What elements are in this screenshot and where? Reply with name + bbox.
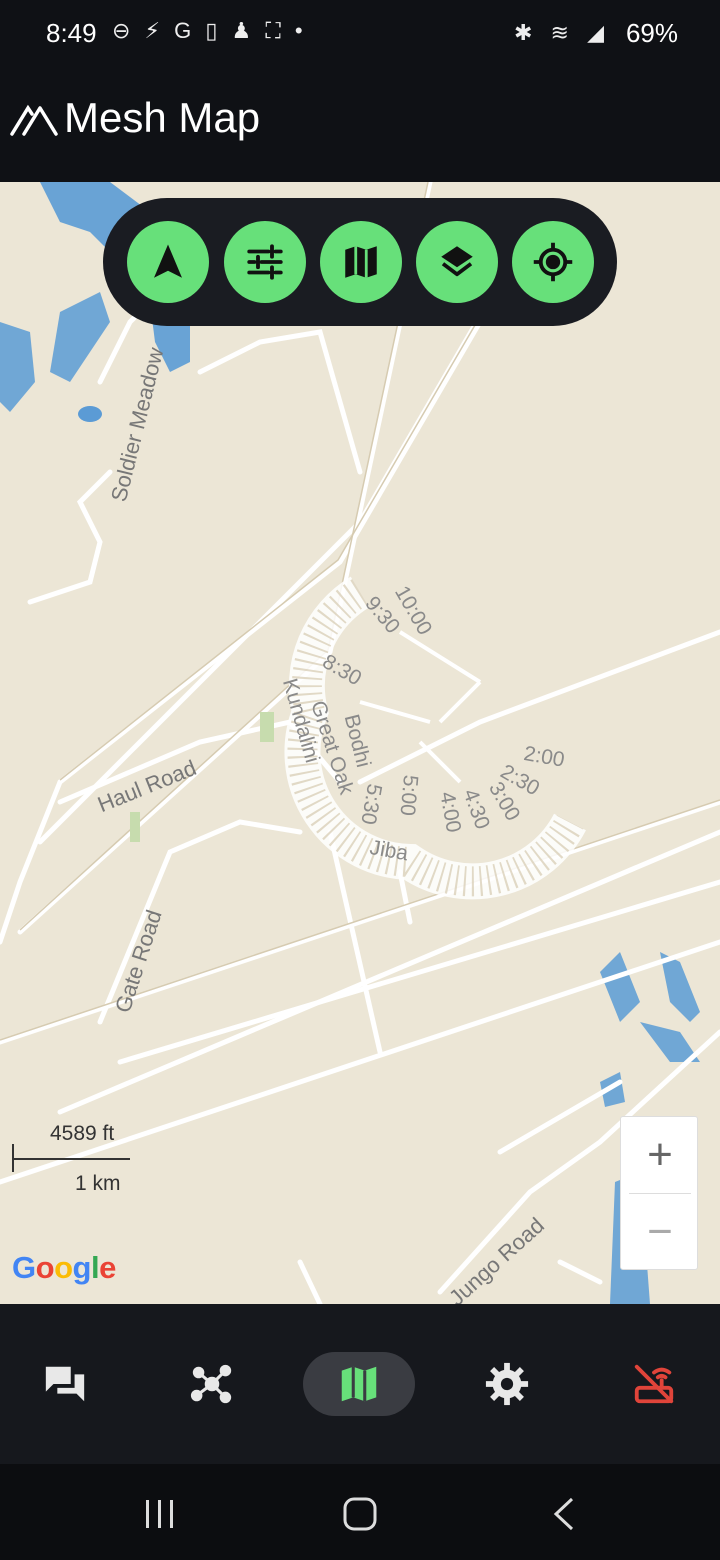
scale-metric: 1 km: [75, 1172, 121, 1195]
google-letter: g: [72, 1250, 92, 1285]
scale-line: [12, 1158, 130, 1160]
google-letter: e: [99, 1250, 116, 1285]
google-attribution: Google: [12, 1250, 116, 1286]
map-icon: [341, 1366, 377, 1402]
nav-messages[interactable]: [9, 1352, 121, 1416]
google-letter: G: [12, 1250, 36, 1285]
recent-apps-button[interactable]: [130, 1494, 190, 1534]
bottom-navigation: [0, 1304, 720, 1464]
recent-apps-icon: [146, 1500, 173, 1528]
scale-imperial: 4589 ft: [50, 1122, 115, 1145]
map-scale: 4589 ft 1 km: [12, 1120, 142, 1200]
map-icon: [345, 246, 377, 278]
meshtastic-logo-icon: [10, 104, 58, 136]
disconnected-router-icon: [634, 1364, 674, 1404]
my-location-button[interactable]: [512, 221, 594, 303]
zoom-in-button[interactable]: +: [621, 1117, 699, 1193]
zoom-controls: + −: [620, 1116, 698, 1270]
filter-button[interactable]: [224, 221, 306, 303]
map-toolbar: [103, 198, 617, 326]
back-button[interactable]: [534, 1494, 594, 1534]
layers-button[interactable]: [416, 221, 498, 303]
nav-settings[interactable]: [451, 1352, 563, 1416]
google-letter: o: [54, 1250, 73, 1285]
home-icon: [343, 1497, 377, 1531]
navigation-icon: [154, 244, 182, 278]
nav-connection[interactable]: [598, 1352, 710, 1416]
app-bar: Mesh Map: [0, 68, 720, 182]
back-icon: [553, 1497, 574, 1531]
layers-icon: [441, 246, 473, 277]
nav-map[interactable]: [303, 1352, 415, 1416]
google-letter: o: [35, 1250, 55, 1285]
status-time: 8:49: [46, 18, 97, 48]
status-system-icons: ✱ ≋ ◢: [513, 20, 610, 45]
nodes-icon: [190, 1364, 232, 1404]
nav-nodes[interactable]: [156, 1352, 268, 1416]
tune-icon: [247, 244, 283, 280]
page-title: Mesh Map: [64, 94, 261, 141]
status-bar: 8:49 ⊖ ⚡ G ▯ ♟ ⛶ • ✱ ≋ ◢ 69%: [0, 0, 720, 68]
status-notification-icons: ⊖ ⚡ G ▯ ♟ ⛶ •: [112, 18, 307, 43]
system-navigation: [0, 1464, 720, 1560]
navigation-button[interactable]: [127, 221, 209, 303]
google-letter: l: [90, 1250, 100, 1285]
map-type-button[interactable]: [320, 221, 402, 303]
clock-label-5-00: 5:00: [395, 773, 422, 817]
battery-level: 69%: [625, 18, 678, 48]
settings-icon: [485, 1362, 529, 1406]
map-view[interactable]: Soldier Meadow Haul Road Gate Road Jungo…: [0, 182, 720, 1304]
home-button[interactable]: [330, 1494, 390, 1534]
my-location-icon: [533, 242, 573, 282]
messages-icon: [45, 1366, 85, 1402]
zoom-out-button[interactable]: −: [621, 1194, 699, 1270]
